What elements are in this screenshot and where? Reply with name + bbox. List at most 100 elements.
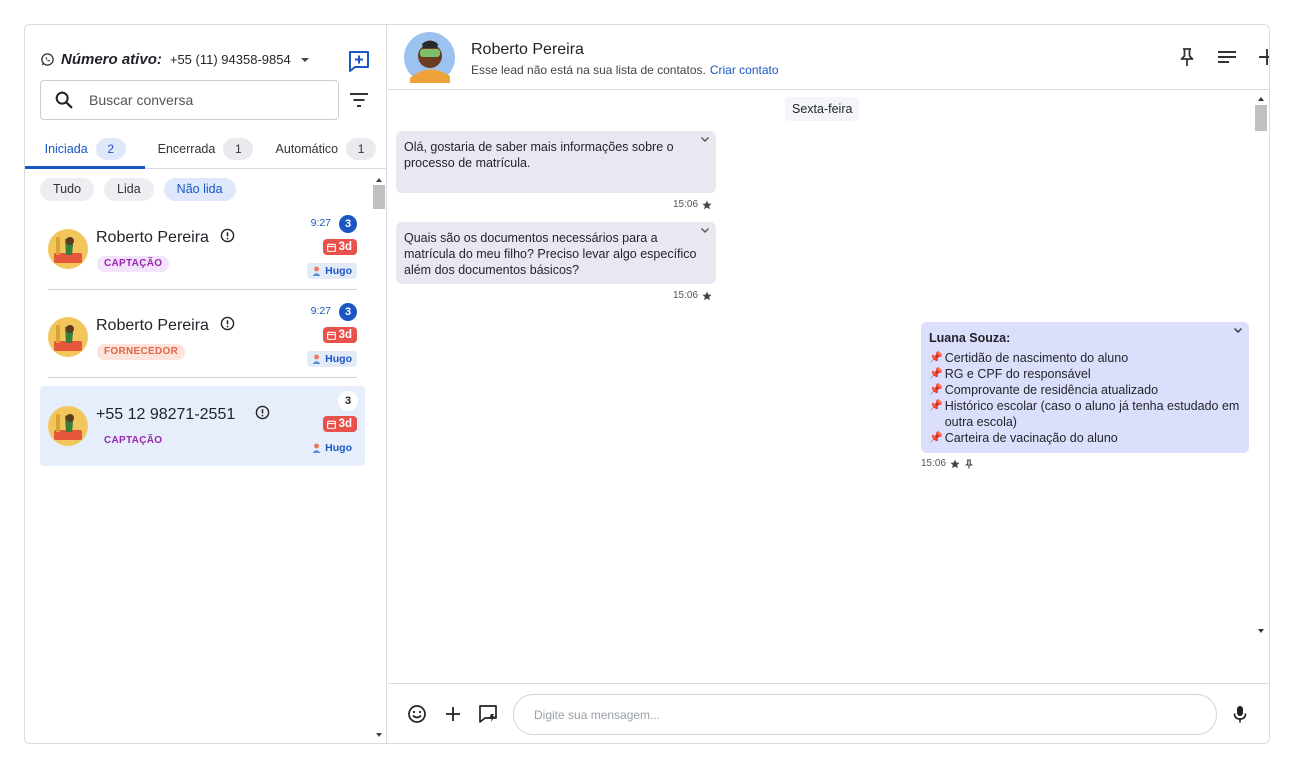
pushpin-icon: 📌	[929, 400, 943, 412]
active-number-label: Número ativo:	[61, 51, 162, 68]
microphone-icon[interactable]	[1230, 704, 1250, 724]
list-item-text: Certidão de nascimento do aluno	[944, 351, 1129, 365]
user-icon	[312, 354, 321, 364]
last-message-time: 9:27	[310, 305, 331, 317]
tab-automatico[interactable]: Automático 1	[266, 129, 386, 168]
chevron-down-icon	[300, 57, 309, 62]
whatsapp-icon	[41, 53, 54, 66]
message-input-wrapper[interactable]	[513, 694, 1217, 735]
contact-status: Esse lead não está na sua lista de conta…	[471, 63, 779, 77]
conversation-sidebar: Número ativo: +55 (11) 94358-9854 Inicia…	[25, 25, 387, 743]
pin-icon[interactable]	[964, 458, 974, 469]
scroll-down-arrow[interactable]	[1258, 629, 1264, 633]
filter-icon[interactable]	[348, 91, 370, 109]
tab-count: 2	[95, 137, 126, 160]
chip-nao-lida[interactable]: Não lida	[163, 178, 236, 201]
scroll-up-arrow[interactable]	[376, 178, 382, 182]
incoming-message[interactable]: Quais são os documentos necessários para…	[396, 222, 716, 284]
conversation-item[interactable]: Roberto Pereira CAPTAÇÃO 9:27 3 3d Hugo	[40, 209, 365, 290]
chip-tudo[interactable]: Tudo	[40, 178, 95, 201]
search-icon	[55, 91, 73, 109]
tab-label: Iniciada	[44, 141, 88, 156]
unread-count-badge: 3	[339, 215, 357, 233]
contact-name: Roberto Pereira	[471, 41, 584, 58]
chevron-down-icon[interactable]	[700, 134, 710, 144]
search-box[interactable]	[40, 80, 339, 120]
scroll-up-arrow[interactable]	[1258, 97, 1264, 101]
age-badge: 3d	[322, 239, 357, 255]
plus-icon[interactable]	[443, 704, 463, 724]
contact-avatar[interactable]	[404, 32, 455, 83]
lead-not-in-contacts-text: Esse lead não está na sua lista de conta…	[471, 63, 706, 77]
active-number-selector[interactable]: Número ativo: +55 (11) 94358-9854	[40, 51, 309, 68]
contact-avatar	[48, 317, 88, 357]
star-icon[interactable]	[950, 459, 960, 469]
outgoing-message[interactable]: Luana Souza: 📌 Certidão de nascimento do …	[921, 322, 1249, 453]
messages-scrollbar[interactable]	[1255, 95, 1267, 635]
age-value: 3d	[338, 329, 352, 341]
tab-count: 1	[223, 137, 254, 160]
user-icon	[312, 443, 321, 453]
chip-lida[interactable]: Lida	[104, 178, 154, 201]
category-tag: FORNECEDOR	[97, 344, 186, 360]
day-separator: Sexta-feira	[785, 97, 860, 121]
scroll-thumb[interactable]	[1255, 105, 1267, 131]
calendar-icon	[326, 420, 336, 429]
message-meta: 15:06	[921, 458, 974, 469]
message-meta: 15:06	[673, 290, 712, 301]
star-icon[interactable]	[702, 291, 712, 301]
agent-name: Hugo	[325, 442, 352, 454]
emoji-icon[interactable]	[407, 704, 427, 724]
list-item: 📌 Carteira de vacinação do aluno	[929, 430, 1241, 446]
tab-label: Encerrada	[157, 141, 216, 156]
chevron-down-icon[interactable]	[700, 225, 710, 235]
active-number-value: +55 (11) 94358-9854	[169, 52, 291, 67]
pushpin-icon: 📌	[929, 352, 943, 364]
tab-label: Automático	[275, 141, 339, 156]
new-conversation-icon[interactable]	[347, 49, 371, 73]
tab-count: 1	[346, 137, 377, 160]
scroll-down-arrow[interactable]	[376, 733, 382, 737]
list-item-text: Histórico escolar (caso o aluno já tenha…	[944, 399, 1240, 429]
message-meta: 15:06	[673, 199, 712, 210]
create-contact-link[interactable]: Criar contato	[710, 63, 779, 77]
chat-header: Roberto Pereira Esse lead não está na su…	[388, 25, 1270, 90]
user-icon	[312, 266, 321, 276]
message-time: 15:06	[673, 290, 699, 301]
pushpin-icon: 📌	[929, 384, 943, 396]
read-filter-chips: Tudo Lida Não lida	[40, 178, 236, 201]
sidebar-scrollbar[interactable]	[373, 175, 385, 743]
menu-lines-icon[interactable]	[1216, 46, 1238, 68]
pushpin-icon: 📌	[929, 368, 943, 380]
alert-circle-icon	[255, 405, 270, 420]
agent-name: Hugo	[325, 265, 352, 277]
tab-encerrada[interactable]: Encerrada 1	[145, 129, 265, 168]
message-composer	[388, 683, 1269, 743]
age-badge: 3d	[322, 416, 357, 432]
star-icon[interactable]	[702, 200, 712, 210]
plus-icon[interactable]	[1256, 46, 1270, 68]
contact-avatar	[48, 406, 88, 446]
scroll-thumb[interactable]	[373, 185, 385, 209]
agent-badge: Hugo	[307, 351, 357, 367]
chevron-down-icon[interactable]	[1233, 325, 1243, 335]
age-badge: 3d	[322, 327, 357, 343]
unread-count-badge: 3	[339, 392, 357, 410]
pin-icon[interactable]	[1176, 46, 1198, 68]
conversation-item-selected[interactable]: +55 12 98271-2551 CAPTAÇÃO 3 3d Hugo	[40, 386, 365, 466]
quick-reply-icon[interactable]	[478, 704, 498, 724]
contact-name: +55 12 98271-2551	[96, 406, 236, 423]
conversation-item[interactable]: Roberto Pereira FORNECEDOR 9:27 3 3d Hug…	[40, 297, 365, 378]
chat-app: Número ativo: +55 (11) 94358-9854 Inicia…	[24, 24, 1270, 744]
tab-iniciada[interactable]: Iniciada 2	[25, 129, 146, 169]
search-input[interactable]	[89, 92, 309, 108]
message-input[interactable]	[534, 707, 1194, 722]
message-time: 15:06	[921, 458, 947, 469]
category-tag: CAPTAÇÃO	[97, 256, 170, 272]
status-tabs: Iniciada 2 Encerrada 1 Automático 1	[25, 129, 386, 169]
contact-avatar	[48, 229, 88, 269]
contact-name: Roberto Pereira	[96, 317, 209, 334]
alert-circle-icon	[220, 316, 235, 331]
incoming-message[interactable]: Olá, gostaria de saber mais informações …	[396, 131, 716, 193]
list-item-text: RG e CPF do responsável	[944, 367, 1091, 381]
